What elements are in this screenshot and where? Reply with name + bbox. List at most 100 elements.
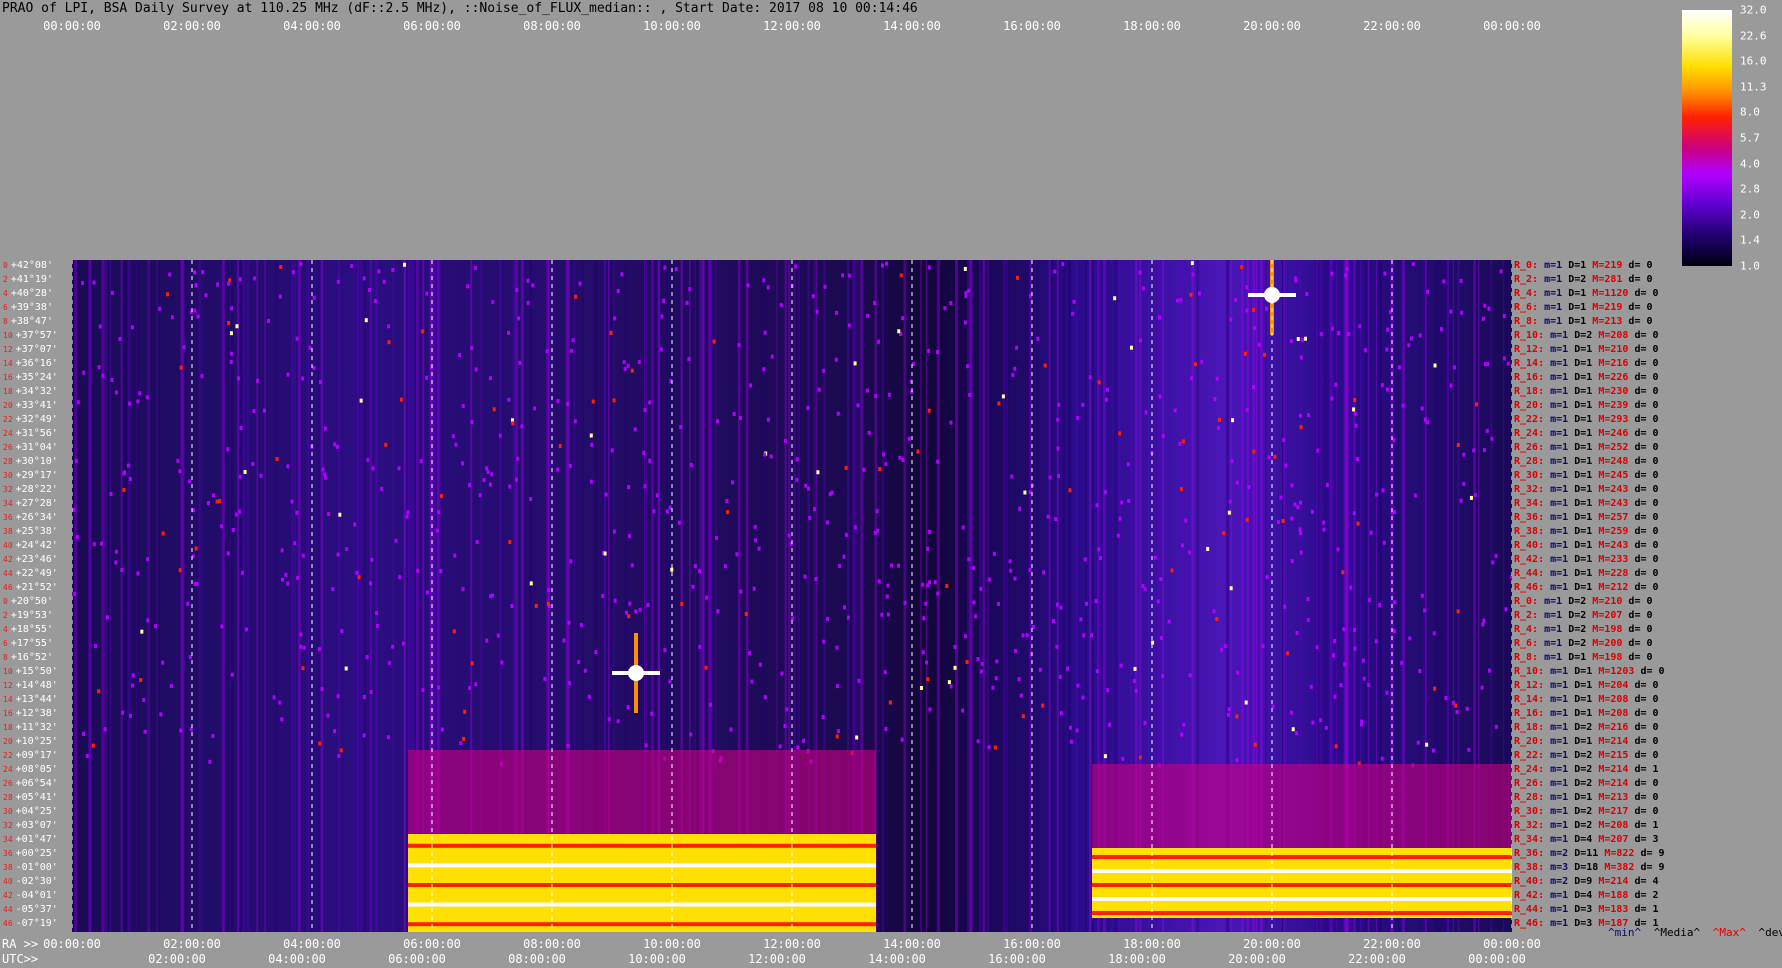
declination-value: +11°32' <box>15 722 58 733</box>
sky-pixel <box>1449 383 1453 388</box>
sky-pixel <box>1358 324 1362 329</box>
sky-pixel <box>857 678 861 683</box>
sky-pixel <box>1215 617 1219 622</box>
sky-pixel <box>1426 420 1430 425</box>
sky-pixel <box>336 279 340 284</box>
sky-pixel <box>763 452 767 457</box>
sky-pixel <box>391 644 395 649</box>
noise-stripe <box>264 260 266 932</box>
sky-pixel <box>158 306 162 311</box>
sky-pixel <box>1385 327 1389 332</box>
sky-pixel <box>677 520 681 525</box>
sky-pixel <box>911 361 915 366</box>
sky-pixel <box>510 604 514 609</box>
stat-max: M=293 <box>1592 414 1629 425</box>
sky-pixel <box>516 456 520 461</box>
noise-stripe <box>89 260 92 932</box>
sky-pixel <box>568 463 572 468</box>
sky-pixel <box>1444 695 1448 700</box>
sky-pixel <box>1097 380 1101 385</box>
sky-pixel <box>331 587 335 592</box>
sky-pixel <box>822 368 826 373</box>
declination-label: 28 +30°10' <box>3 456 58 467</box>
sky-pixel <box>1408 636 1412 641</box>
sky-pixel <box>1009 568 1013 573</box>
stat-max: M=243 <box>1592 498 1629 509</box>
sky-pixel <box>1234 297 1238 302</box>
sky-pixel <box>574 294 578 299</box>
stat-min: m=1 <box>1538 624 1563 635</box>
row-stat: R_18: m=1 D=1 M=230 d= 0 <box>1514 386 1659 397</box>
noise-stripe <box>376 260 378 932</box>
stat-row-id: R_4: <box>1514 288 1539 299</box>
sky-pixel <box>1264 306 1268 311</box>
sky-pixel <box>795 477 799 482</box>
row-stat: R_0: m=1 D=2 M=210 d= 0 <box>1514 596 1653 607</box>
sky-pixel <box>1375 492 1379 497</box>
sky-pixel <box>1281 519 1285 524</box>
sky-pixel <box>397 466 401 471</box>
top-tick-4: 08:00:00 <box>523 19 581 33</box>
sky-pixel <box>238 277 242 282</box>
sky-pixel <box>663 265 667 270</box>
sky-pixel <box>925 660 929 665</box>
stat-median: D=1 <box>1568 414 1593 425</box>
sky-pixel <box>979 586 983 591</box>
stat-median: D=1 <box>1568 582 1593 593</box>
utc-tick-6: 14:00:00 <box>868 952 926 966</box>
sky-pixel <box>1331 653 1335 658</box>
sky-pixel <box>1473 493 1477 498</box>
top-tick-12: 00:00:00 <box>1483 19 1541 33</box>
band-stripe <box>408 902 876 907</box>
sky-pixel <box>630 368 634 373</box>
stat-row-id: R_30: <box>1514 806 1545 817</box>
sky-pixel <box>650 711 654 716</box>
sky-pixel <box>75 535 79 540</box>
sky-pixel <box>399 397 403 402</box>
sky-pixel <box>299 632 303 637</box>
sky-pixel <box>227 321 231 326</box>
stat-median: D=2 <box>1568 778 1593 789</box>
sky-pixel <box>795 457 799 462</box>
sky-pixel <box>1156 599 1160 604</box>
sky-pixel <box>823 284 827 289</box>
sky-pixel <box>1271 704 1275 709</box>
stat-max: M=198 <box>1586 652 1623 663</box>
sky-pixel <box>627 614 631 619</box>
sky-pixel <box>723 564 727 569</box>
stat-min: m=1 <box>1538 610 1563 621</box>
stat-max: M=214 <box>1592 764 1629 775</box>
band-stripe <box>408 843 876 848</box>
stat-median: D=1 <box>1568 386 1593 397</box>
sky-pixel <box>1056 473 1060 478</box>
declination-value: +10°25' <box>15 736 58 747</box>
sky-pixel <box>1385 690 1389 695</box>
stat-deviation: d= 0 <box>1628 344 1659 355</box>
utc-tick-1: 04:00:00 <box>268 952 326 966</box>
declination-label: 2 +19°53' <box>3 610 53 621</box>
sky-pixel <box>1433 686 1437 691</box>
utc-tick-7: 16:00:00 <box>988 952 1046 966</box>
declination-label: 4 +40°28' <box>3 288 53 299</box>
sky-pixel <box>919 686 923 691</box>
row-stat: R_44: m=1 D=1 M=228 d= 0 <box>1514 568 1659 579</box>
stat-row-id: R_18: <box>1514 722 1545 733</box>
noise-stripe <box>236 260 240 932</box>
sky-pixel <box>1299 531 1303 536</box>
sky-pixel <box>453 553 457 558</box>
sky-pixel <box>1279 495 1283 500</box>
sky-pixel <box>616 719 620 724</box>
sky-pixel <box>1103 754 1107 759</box>
sky-pixel <box>272 695 276 700</box>
declination-label: 20 +33°41' <box>3 400 58 411</box>
stat-min: m=1 <box>1544 358 1569 369</box>
sky-pixel <box>278 294 282 299</box>
stat-min: m=1 <box>1544 708 1569 719</box>
sky-pixel <box>1178 441 1182 446</box>
stat-max: M=208 <box>1592 820 1629 831</box>
declination-label: 26 +06°54' <box>3 778 58 789</box>
sky-pixel <box>1144 410 1148 415</box>
stat-min: m=1 <box>1544 778 1569 789</box>
sky-pixel <box>875 509 879 514</box>
stat-max: M=259 <box>1592 526 1629 537</box>
